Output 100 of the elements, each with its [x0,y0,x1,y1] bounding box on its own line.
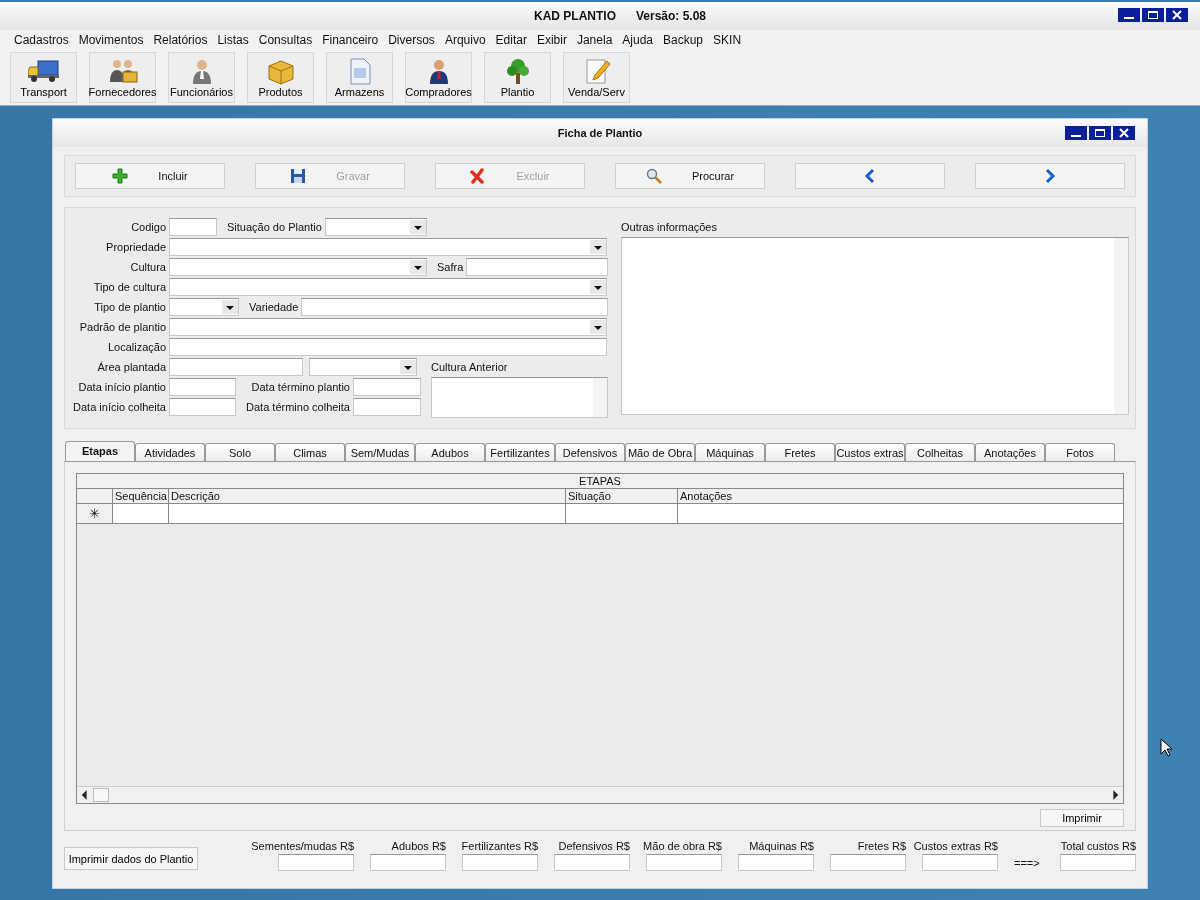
total-field[interactable] [1060,854,1136,871]
version-label: Versão: 5.08 [635,9,707,23]
tab[interactable]: Atividades [135,443,205,461]
tab[interactable]: Fretes [765,443,835,461]
menu-item[interactable]: Movimentos [76,33,146,47]
toolbar-button[interactable]: Plantio [484,52,551,103]
field-label: Cultura Anterior [431,360,509,375]
scrollbar-thumb[interactable] [93,788,109,802]
combo-box[interactable] [169,238,607,256]
field-label: Data término plantio [250,381,351,393]
total-field[interactable] [278,854,354,871]
combo-box[interactable] [169,258,427,276]
action-button[interactable]: Procurar [615,163,765,189]
grid-title: ETAPAS [77,474,1123,489]
minimize-icon[interactable] [1065,126,1087,140]
input-field[interactable] [466,258,608,276]
total-field[interactable] [370,854,446,871]
input-field[interactable] [353,378,421,396]
action-button[interactable]: Incluir [75,163,225,189]
combo-box[interactable] [169,298,239,316]
total-label: Adubos R$ [391,840,446,852]
total-field[interactable] [738,854,814,871]
tab[interactable]: Defensivos [555,443,625,461]
horizontal-scrollbar[interactable] [77,786,1123,803]
tab[interactable]: Máquinas [695,443,765,461]
menu-item[interactable]: Cadastros [12,33,71,47]
action-button[interactable] [975,163,1125,189]
action-button[interactable] [795,163,945,189]
tab[interactable]: Sem/Mudas [345,443,415,461]
maximize-icon[interactable] [1142,8,1164,22]
tab[interactable]: Solo [205,443,275,461]
field-label: Variedade [248,301,300,313]
toolbar-button[interactable]: Compradores [405,52,472,103]
print-button[interactable]: Imprimir [1040,809,1124,827]
input-field[interactable] [169,398,236,416]
column-header[interactable]: Situação [566,489,678,503]
new-row[interactable]: ✳ [77,504,1123,524]
total-label: Mão de obra R$ [643,840,722,852]
tab[interactable]: Fotos [1045,443,1115,461]
toolbar-button[interactable]: Funcionários [168,52,235,103]
combo-box[interactable] [169,278,607,296]
total-label: Fertilizantes R$ [461,840,538,852]
total-field[interactable] [922,854,998,871]
combo-box[interactable] [309,358,417,376]
input-field[interactable] [353,398,421,416]
menu-item[interactable]: Listas [215,33,251,47]
field-label: Data início plantio [77,381,167,393]
field-label: Padrão de plantio [78,321,167,333]
total-field[interactable] [462,854,538,871]
cursor-icon [1160,738,1172,757]
menu-item[interactable]: Exibir [534,33,569,47]
column-header[interactable]: Anotações [678,489,1123,503]
menu-item[interactable]: Diversos [386,33,437,47]
input-field[interactable] [169,358,303,376]
floppy-icon [290,168,307,184]
total-field[interactable] [830,854,906,871]
combo-box[interactable] [169,318,607,336]
tab[interactable]: Colheitas [905,443,975,461]
menu-item[interactable]: Arquivo [442,33,488,47]
input-field[interactable] [169,218,217,236]
tab[interactable]: Mão de Obra [625,443,695,461]
field-label: Tipo de cultura [92,281,167,293]
input-field[interactable] [301,298,608,316]
total-label: Fretes R$ [857,840,906,852]
menu-item[interactable]: Ajuda [620,33,655,47]
tab[interactable]: Etapas [65,441,135,461]
input-field[interactable] [169,378,236,396]
menu-item[interactable]: SKIN [711,33,744,47]
tab[interactable]: Adubos [415,443,485,461]
toolbar-button[interactable]: Armazens [326,52,393,103]
close-icon[interactable] [1166,8,1188,22]
maximize-icon[interactable] [1089,126,1111,140]
toolbar-button[interactable]: Transport [10,52,77,103]
field-label: Codigo [130,221,167,233]
field-label: Propriedade [105,241,167,253]
menu-item[interactable]: Janela [574,33,615,47]
menu-item[interactable]: Consultas [256,33,315,47]
menu-item[interactable]: Backup [661,33,706,47]
total-label: Sementes/mudas R$ [251,840,354,852]
column-header[interactable]: Sequência [113,489,169,503]
column-header[interactable]: Descrição [169,489,566,503]
tab[interactable]: Custos extras [835,443,905,461]
tab[interactable]: Fertilizantes [485,443,555,461]
toolbar-button[interactable]: Fornecedores [89,52,156,103]
minimize-icon[interactable] [1118,8,1140,22]
menu-item[interactable]: Editar [493,33,529,47]
toolbar-button[interactable]: Produtos [247,52,314,103]
text-area[interactable] [431,377,608,418]
tab[interactable]: Climas [275,443,345,461]
combo-box[interactable] [324,218,427,236]
tab[interactable]: Anotações [975,443,1045,461]
field-label: Data início colheita [72,401,167,413]
menu-item[interactable]: Relatórios [151,33,210,47]
total-field[interactable] [554,854,630,871]
input-field[interactable] [169,338,607,356]
print-data-button[interactable]: Imprimir dados do Plantio [64,847,198,870]
toolbar-button[interactable]: Venda/Serv [563,52,630,103]
close-icon[interactable] [1113,126,1135,140]
total-field[interactable] [646,854,722,871]
menu-item[interactable]: Financeiro [320,33,381,47]
